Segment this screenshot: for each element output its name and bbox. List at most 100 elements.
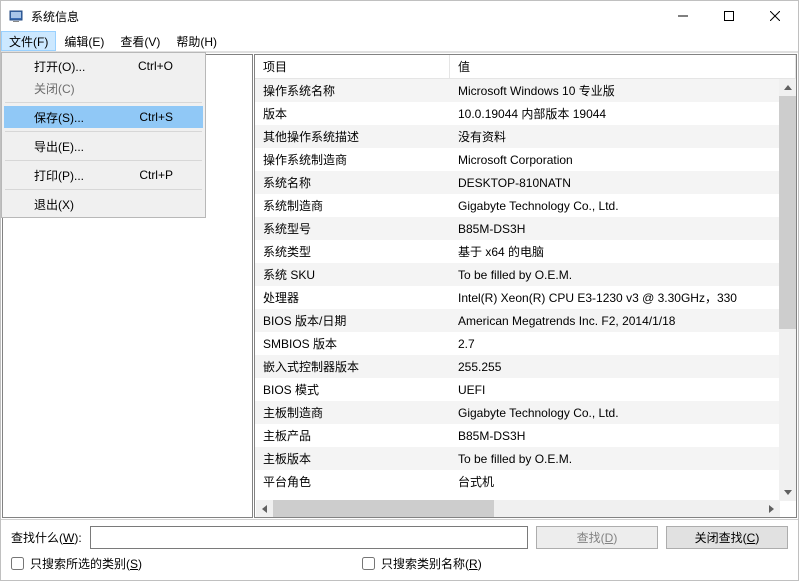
menu-exit[interactable]: 退出(X) <box>4 193 203 215</box>
menu-file[interactable]: 文件(F) <box>1 31 56 51</box>
menu-help[interactable]: 帮助(H) <box>168 31 225 51</box>
cell-item: 系统 SKU <box>255 266 450 283</box>
cell-value: 10.0.19044 内部版本 19044 <box>450 105 796 122</box>
menu-separator <box>5 131 202 132</box>
close-icon <box>770 11 780 21</box>
scroll-down-icon[interactable] <box>779 484 796 501</box>
table-row[interactable]: 主板版本To be filled by O.E.M. <box>255 447 796 470</box>
table-row[interactable]: 系统类型基于 x64 的电脑 <box>255 240 796 263</box>
find-button[interactable]: 查找(D) <box>536 526 658 549</box>
cell-item: 系统制造商 <box>255 197 450 214</box>
menu-view[interactable]: 查看(V) <box>112 31 168 51</box>
horizontal-scrollbar[interactable] <box>256 500 780 517</box>
table-row[interactable]: 操作系统制造商Microsoft Corporation <box>255 148 796 171</box>
menu-separator <box>5 189 202 190</box>
column-value[interactable]: 值 <box>450 55 796 78</box>
table-row[interactable]: 平台角色台式机 <box>255 470 796 493</box>
checkbox-input[interactable] <box>11 557 24 570</box>
cell-item: 系统名称 <box>255 174 450 191</box>
search-row: 查找什么(W): 查找(D) 关闭查找(C) <box>11 526 788 549</box>
close-button[interactable] <box>752 1 798 31</box>
scroll-right-icon[interactable] <box>763 500 780 517</box>
cell-item: BIOS 模式 <box>255 381 450 398</box>
system-info-window: 系统信息 文件(F) 编辑(E) 查看(V) 帮助(H) 打开(O)... Ct… <box>0 0 799 581</box>
vertical-scrollbar[interactable] <box>779 79 796 501</box>
cell-value: 没有资料 <box>450 128 796 145</box>
table-row[interactable]: 嵌入式控制器版本255.255 <box>255 355 796 378</box>
cell-value: 2.7 <box>450 337 796 351</box>
menubar: 文件(F) 编辑(E) 查看(V) 帮助(H) 打开(O)... Ctrl+O … <box>1 31 798 52</box>
table-row[interactable]: 主板制造商Gigabyte Technology Co., Ltd. <box>255 401 796 424</box>
cell-value: Microsoft Corporation <box>450 153 796 167</box>
search-label: 查找什么(W): <box>11 529 82 546</box>
table-row[interactable]: 系统名称DESKTOP-810NATN <box>255 171 796 194</box>
cell-value: Gigabyte Technology Co., Ltd. <box>450 406 796 420</box>
cell-value: 基于 x64 的电脑 <box>450 243 796 260</box>
cell-value: DESKTOP-810NATN <box>450 176 796 190</box>
search-bar: 查找什么(W): 查找(D) 关闭查找(C) 只搜索所选的类别(S) 只搜索类别… <box>1 519 798 580</box>
minimize-icon <box>678 11 688 21</box>
only-selected-category-checkbox[interactable]: 只搜索所选的类别(S) <box>11 555 142 572</box>
table-row[interactable]: BIOS 模式UEFI <box>255 378 796 401</box>
minimize-button[interactable] <box>660 1 706 31</box>
maximize-button[interactable] <box>706 1 752 31</box>
menu-save[interactable]: 保存(S)... Ctrl+S <box>4 106 203 128</box>
cell-value: B85M-DS3H <box>450 222 796 236</box>
cell-item: 操作系统制造商 <box>255 151 450 168</box>
maximize-icon <box>724 11 734 21</box>
cell-value: To be filled by O.E.M. <box>450 452 796 466</box>
cell-item: SMBIOS 版本 <box>255 335 450 352</box>
cell-value: American Megatrends Inc. F2, 2014/1/18 <box>450 314 796 328</box>
cell-item: 平台角色 <box>255 473 450 490</box>
cell-value: To be filled by O.E.M. <box>450 268 796 282</box>
cell-item: 系统类型 <box>255 243 450 260</box>
details-rows: 操作系统名称Microsoft Windows 10 专业版版本10.0.190… <box>255 79 796 517</box>
table-row[interactable]: BIOS 版本/日期American Megatrends Inc. F2, 2… <box>255 309 796 332</box>
cell-item: 其他操作系统描述 <box>255 128 450 145</box>
file-dropdown: 打开(O)... Ctrl+O 关闭(C) 保存(S)... Ctrl+S 导出… <box>1 52 206 218</box>
table-row[interactable]: 系统型号B85M-DS3H <box>255 217 796 240</box>
search-options-row: 只搜索所选的类别(S) 只搜索类别名称(R) <box>11 555 788 572</box>
app-icon <box>9 8 25 24</box>
cell-value: 台式机 <box>450 473 796 490</box>
menu-open-shortcut: Ctrl+O <box>138 59 173 73</box>
table-row[interactable]: 其他操作系统描述没有资料 <box>255 125 796 148</box>
scroll-thumb[interactable] <box>273 500 494 517</box>
only-category-names-checkbox[interactable]: 只搜索类别名称(R) <box>362 555 482 572</box>
checkbox-label: 只搜索类别名称(R) <box>381 555 482 572</box>
scroll-track[interactable] <box>779 96 796 484</box>
menu-save-label: 保存(S)... <box>34 109 119 126</box>
table-row[interactable]: 处理器Intel(R) Xeon(R) CPU E3-1230 v3 @ 3.3… <box>255 286 796 309</box>
cell-item: 主板版本 <box>255 450 450 467</box>
scroll-thumb[interactable] <box>779 96 796 329</box>
table-row[interactable]: SMBIOS 版本2.7 <box>255 332 796 355</box>
table-row[interactable]: 主板产品B85M-DS3H <box>255 424 796 447</box>
scroll-left-icon[interactable] <box>256 500 273 517</box>
table-row[interactable]: 系统制造商Gigabyte Technology Co., Ltd. <box>255 194 796 217</box>
cell-item: 主板制造商 <box>255 404 450 421</box>
menu-view-label: 查看(V) <box>120 33 160 50</box>
menu-edit[interactable]: 编辑(E) <box>56 31 112 51</box>
cell-item: 操作系统名称 <box>255 82 450 99</box>
close-find-button[interactable]: 关闭查找(C) <box>666 526 788 549</box>
menu-help-label: 帮助(H) <box>176 33 217 50</box>
titlebar: 系统信息 <box>1 1 798 31</box>
details-wrap: 项目 值 操作系统名称Microsoft Windows 10 专业版版本10.… <box>254 53 798 519</box>
menu-print[interactable]: 打印(P)... Ctrl+P <box>4 164 203 186</box>
search-input[interactable] <box>90 526 528 549</box>
cell-item: 嵌入式控制器版本 <box>255 358 450 375</box>
menu-export-label: 导出(E)... <box>34 138 173 155</box>
table-row[interactable]: 系统 SKUTo be filled by O.E.M. <box>255 263 796 286</box>
scroll-up-icon[interactable] <box>779 79 796 96</box>
menu-open[interactable]: 打开(O)... Ctrl+O <box>4 55 203 77</box>
menu-file-label: 文件(F) <box>9 33 48 50</box>
menu-export[interactable]: 导出(E)... <box>4 135 203 157</box>
table-row[interactable]: 操作系统名称Microsoft Windows 10 专业版 <box>255 79 796 102</box>
cell-value: Intel(R) Xeon(R) CPU E3-1230 v3 @ 3.30GH… <box>450 289 796 306</box>
column-item[interactable]: 项目 <box>255 55 450 78</box>
table-row[interactable]: 版本10.0.19044 内部版本 19044 <box>255 102 796 125</box>
checkbox-input[interactable] <box>362 557 375 570</box>
cell-item: 处理器 <box>255 289 450 306</box>
cell-item: 系统型号 <box>255 220 450 237</box>
scroll-track[interactable] <box>273 500 763 517</box>
